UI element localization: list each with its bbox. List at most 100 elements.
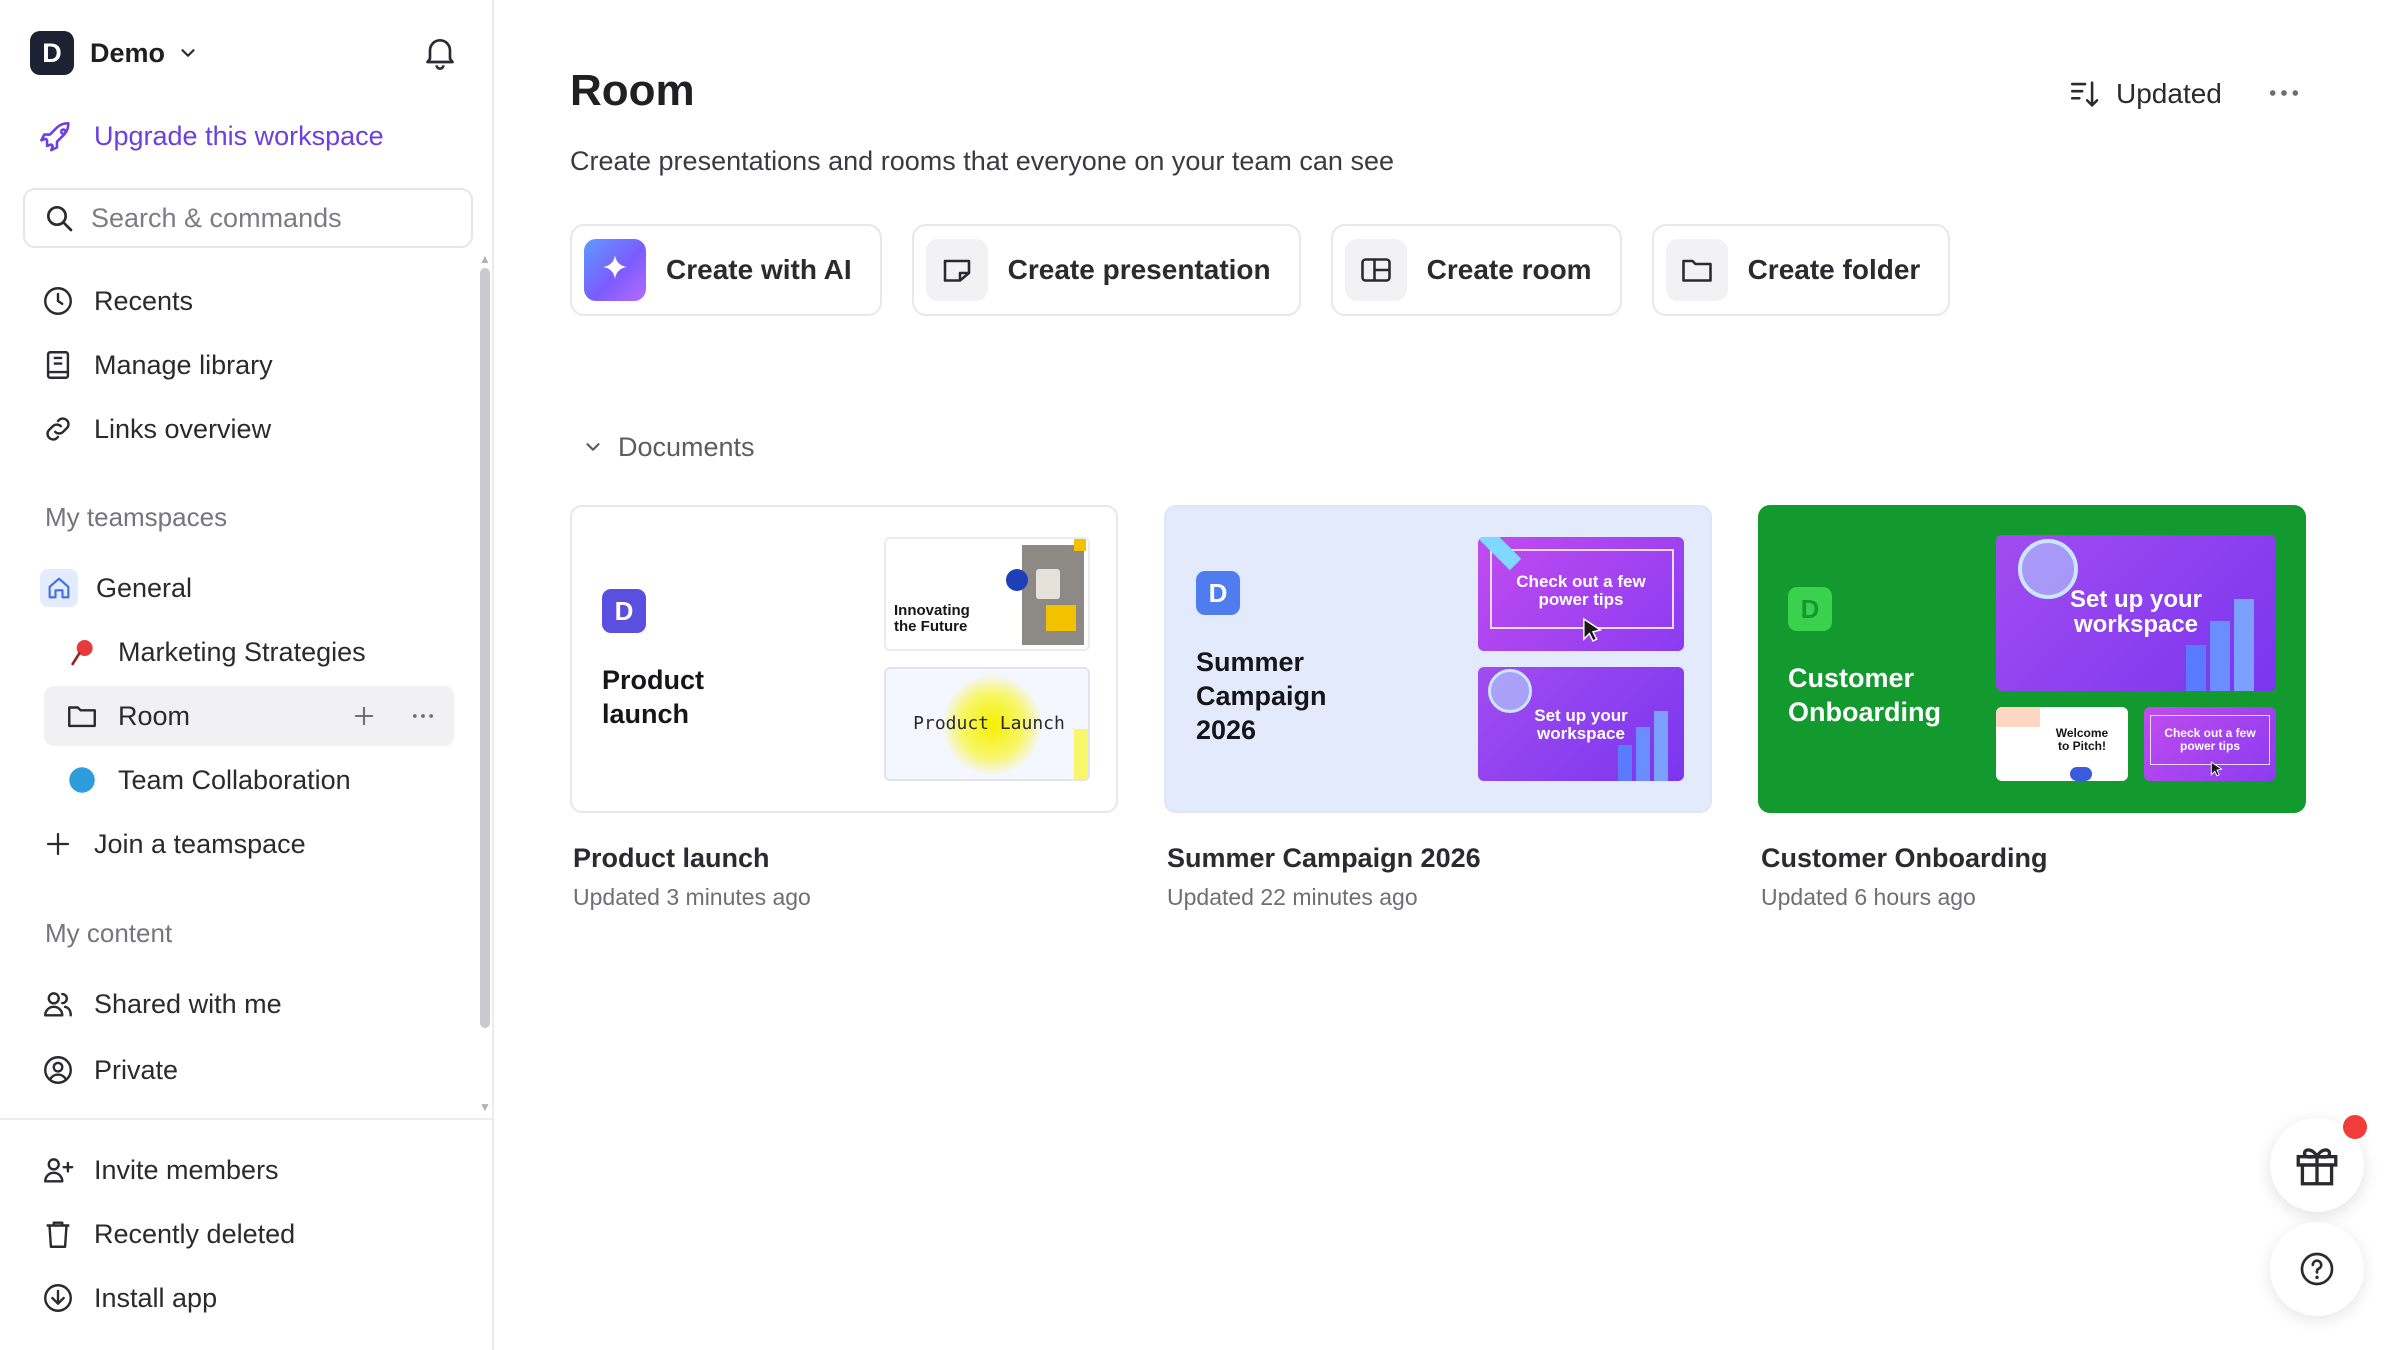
document-card-product-launch[interactable]: D Product launch Innovating the Future P… xyxy=(570,505,1118,911)
sidebar-scrollbar[interactable] xyxy=(480,268,490,1028)
slide-preview: Check out a few power tips xyxy=(1478,537,1684,651)
create-with-ai-button[interactable]: Create with AI xyxy=(570,224,882,316)
slide-preview: Product Launch xyxy=(884,667,1090,781)
upgrade-workspace-link[interactable]: Upgrade this workspace xyxy=(40,114,384,158)
slide-preview: Set up your workspace xyxy=(1478,667,1684,781)
teamspace-room[interactable]: Room xyxy=(64,692,190,740)
sidebar-item-install-app[interactable]: Install app xyxy=(40,1274,217,1322)
chevron-down-icon xyxy=(586,443,600,451)
sidebar-item-label: Shared with me xyxy=(94,988,282,1019)
folder-icon xyxy=(1665,239,1728,301)
document-card-customer-onboarding[interactable]: D Customer Onboarding Set up your worksp… xyxy=(1758,505,2306,911)
cursor-icon xyxy=(2210,761,2223,777)
sort-icon xyxy=(2070,81,2099,107)
sidebar-item-invite-members[interactable]: Invite members xyxy=(40,1146,279,1194)
teamspace-label: Team Collaboration xyxy=(118,764,351,795)
plus-icon xyxy=(354,706,374,726)
sidebar-item-manage-library[interactable]: Manage library xyxy=(40,341,273,389)
help-button[interactable] xyxy=(2270,1222,2364,1316)
sidebar-item-shared-with-me[interactable]: Shared with me xyxy=(40,980,282,1028)
users-icon xyxy=(40,986,76,1022)
teamspaces-heading: My teamspaces xyxy=(45,502,228,532)
sidebar-item-links-overview[interactable]: Links overview xyxy=(40,405,271,453)
scroll-up-arrow[interactable]: ▲ xyxy=(479,253,491,265)
bell-icon[interactable] xyxy=(420,32,460,72)
presentation-icon xyxy=(925,239,988,301)
sidebar-item-private[interactable]: Private xyxy=(40,1046,178,1094)
slide-text: Welcome to Pitch! xyxy=(2055,726,2109,753)
page-subtitle: Create presentations and rooms that ever… xyxy=(570,146,1394,176)
more-horizontal-icon xyxy=(2269,90,2299,96)
teamspace-general[interactable]: General xyxy=(40,564,192,612)
notification-dot xyxy=(2340,1112,2370,1142)
sidebar-item-recents[interactable]: Recents xyxy=(40,277,193,325)
user-plus-icon xyxy=(40,1152,76,1188)
thumbnail-title: Summer Campaign 2026 xyxy=(1196,647,1327,745)
slide-text: Set up your workspace xyxy=(1534,706,1628,743)
more-options-button[interactable] xyxy=(2264,78,2304,108)
sparkle-icon xyxy=(584,239,646,301)
help-icon xyxy=(2300,1252,2334,1286)
document-name: Product launch xyxy=(573,843,770,873)
room-more-button[interactable] xyxy=(408,700,438,732)
sort-label: Updated xyxy=(2116,78,2222,109)
teamspace-team-collaboration[interactable]: Team Collaboration xyxy=(64,756,351,804)
sidebar-item-recently-deleted[interactable]: Recently deleted xyxy=(40,1210,295,1258)
document-badge: D xyxy=(1196,571,1240,615)
workspace-name: Demo xyxy=(90,37,166,68)
document-name: Customer Onboarding xyxy=(1761,843,2048,873)
sidebar-item-label: Recently deleted xyxy=(94,1218,296,1249)
slide-bar xyxy=(2234,599,2254,691)
create-room-button[interactable]: Create room xyxy=(1330,224,1622,316)
join-teamspace-label: Join a teamspace xyxy=(94,828,306,859)
room-add-button[interactable] xyxy=(350,700,378,732)
documents-heading: Documents xyxy=(618,431,755,462)
slide-text: Set up your workspace xyxy=(2069,586,2202,639)
search-input[interactable] xyxy=(91,202,451,234)
slide-shape xyxy=(1046,605,1076,631)
teamspace-marketing-strategies[interactable]: Marketing Strategies xyxy=(64,628,366,676)
teamspace-label: General xyxy=(96,572,193,603)
folder-icon xyxy=(64,698,100,734)
document-updated: Updated 6 hours ago xyxy=(1761,884,1976,910)
slide-shape xyxy=(1996,707,2040,727)
scroll-down-arrow[interactable]: ▼ xyxy=(479,1101,491,1113)
download-icon xyxy=(40,1280,76,1316)
workspace-switcher[interactable]: D Demo xyxy=(30,30,199,76)
document-card-summer-campaign[interactable]: D Summer Campaign 2026 Check out a few p… xyxy=(1164,505,1712,911)
slide-text: Product Launch xyxy=(913,713,1065,734)
home-icon xyxy=(40,569,78,607)
slide-shape xyxy=(2070,767,2092,781)
book-icon xyxy=(40,347,76,383)
sidebar-item-label: Invite members xyxy=(94,1154,279,1185)
rocket-icon xyxy=(40,121,70,152)
slide-bar xyxy=(1654,711,1668,781)
teamspace-label: Marketing Strategies xyxy=(118,636,366,667)
document-thumbnail[interactable]: D Summer Campaign 2026 Check out a few p… xyxy=(1164,505,1712,813)
chevron-down-icon xyxy=(181,49,195,57)
upgrade-label: Upgrade this workspace xyxy=(94,120,384,151)
slide-text: Check out a few power tips xyxy=(1516,572,1646,609)
layout-icon xyxy=(1344,239,1407,301)
sidebar-item-label: Install app xyxy=(94,1282,218,1313)
document-thumbnail[interactable]: D Customer Onboarding Set up your worksp… xyxy=(1758,505,2306,813)
search-icon xyxy=(47,206,73,232)
slide-bar xyxy=(1618,745,1632,781)
teamspace-label: Room xyxy=(118,700,191,731)
workspace-avatar: D xyxy=(30,31,74,75)
page-title: Room xyxy=(570,66,695,115)
slide-text: Check out a few power tips xyxy=(2164,726,2256,753)
documents-section-toggle[interactable]: Documents xyxy=(582,430,755,464)
document-updated: Updated 22 minutes ago xyxy=(1167,884,1418,910)
join-teamspace-button[interactable]: Join a teamspace xyxy=(40,820,306,868)
sort-button[interactable]: Updated xyxy=(2068,74,2222,114)
sidebar-item-label: Recents xyxy=(94,285,194,316)
search-box[interactable] xyxy=(23,188,473,248)
create-actions: Create with AI Create presentation Creat… xyxy=(570,224,1951,316)
create-presentation-button[interactable]: Create presentation xyxy=(911,224,1301,316)
user-circle-icon xyxy=(40,1052,76,1088)
sidebar-item-label: Private xyxy=(94,1054,179,1085)
document-thumbnail[interactable]: D Product launch Innovating the Future P… xyxy=(570,505,1118,813)
create-folder-button[interactable]: Create folder xyxy=(1651,224,1951,316)
pin-icon xyxy=(64,634,100,670)
